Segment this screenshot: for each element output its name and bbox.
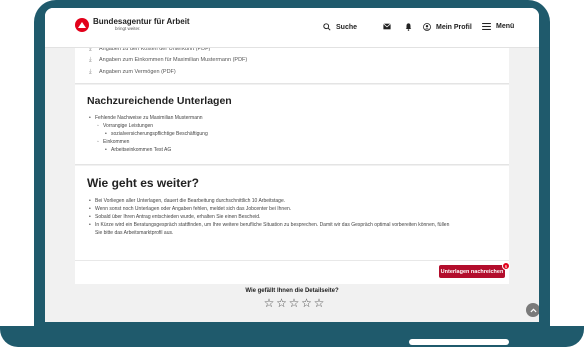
document-link-label: Angaben zum Einkommen für Maximilian Mus… <box>99 57 248 63</box>
document-link-label: Angaben zum Vermögen (PDF) <box>99 69 176 75</box>
document-link[interactable]: ⤓ Angaben zum Vermögen (PDF) <box>89 69 176 75</box>
download-icon: ⤓ <box>89 69 92 75</box>
logo-name: Bundesagentur für Arbeit <box>93 17 190 27</box>
document-link[interactable]: ⤓ Angaben zum Einkommen für Maximilian M… <box>89 57 247 63</box>
laptop-notch <box>409 339 509 345</box>
site-header: Bundesagentur für Arbeit bringt weiter. … <box>45 8 539 48</box>
missing-documents-title: Nachzureichende Unterlagen <box>87 95 232 107</box>
menu-button[interactable]: Menü <box>482 23 514 30</box>
list-item: • Wenn sonst noch Unterlagen oder Angaben… <box>89 206 292 212</box>
profile-label: Mein Profil <box>436 23 472 31</box>
mail-icon <box>383 23 391 30</box>
logo-tagline: bringt weiter. <box>115 26 141 32</box>
mail-button[interactable] <box>383 23 391 30</box>
menu-label: Menü <box>496 23 515 30</box>
star-rating-button[interactable]: ☆ <box>313 297 325 309</box>
list-item: • In Kürze wird ein Beratungsgespräch sta… <box>89 222 450 228</box>
list-item: ◦ Vorrangige Leistungen <box>97 123 154 129</box>
star-rating-button[interactable]: ☆ <box>301 297 313 309</box>
feedback-question: Wie gefällt Ihnen die Detailseite? <box>245 288 339 294</box>
download-icon: ⤓ <box>89 57 92 63</box>
star-rating-button[interactable]: ☆ <box>276 297 288 309</box>
list-item: • Sobald über Ihren Antrag entschieden wu… <box>89 214 261 220</box>
list-item: • Fehlende Nachweise zu Maximilian Muster… <box>89 115 203 121</box>
missing-documents-card: Nachzureichende Unterlagen • Fehlende Nac… <box>75 85 509 165</box>
search-label: Suche <box>336 23 358 31</box>
star-rating-button[interactable]: ☆ <box>288 297 300 309</box>
upload-count-badge: 6 <box>502 262 510 270</box>
list-item-continued: Sie bitte das Arbeitsmarktprofil aus. <box>95 230 174 236</box>
list-item: ◦ Einkommen <box>97 139 130 145</box>
star-rating-button[interactable]: ☆ <box>263 297 275 309</box>
chevron-up-icon <box>529 307 537 312</box>
upload-documents-button[interactable]: Unterlagen nachreichen <box>439 265 505 278</box>
rating-stars: ☆ ☆ ☆ ☆ ☆ <box>263 297 326 309</box>
next-steps-card: Wie geht es weiter? • Bei Vorliegen aller… <box>75 166 510 284</box>
list-item: • Arbeitseinkommen Test AG <box>105 147 172 153</box>
list-item: • Bei Vorliegen aller Unterlagen, dauert … <box>89 198 286 204</box>
list-item: • sozialversicherungspflichtige Beschäfti… <box>105 131 208 137</box>
search-button[interactable]: Suche <box>323 23 357 31</box>
search-icon <box>323 23 331 31</box>
notifications-button[interactable] <box>405 23 412 31</box>
hamburger-icon <box>482 23 491 30</box>
user-icon <box>423 23 431 31</box>
ba-logo-icon <box>75 18 89 32</box>
main-content: ⤓ Angaben zu den Kosten der Unterkunft (… <box>75 40 510 284</box>
bell-icon <box>405 23 412 31</box>
scroll-to-top-button[interactable] <box>526 303 539 317</box>
logo[interactable]: Bundesagentur für Arbeit bringt weiter. <box>75 18 190 32</box>
divider <box>75 260 509 261</box>
profile-button[interactable]: Mein Profil <box>423 23 472 31</box>
browser-screen: Bundesagentur für Arbeit bringt weiter. … <box>45 8 539 322</box>
next-steps-title: Wie geht es weiter? <box>87 176 199 190</box>
